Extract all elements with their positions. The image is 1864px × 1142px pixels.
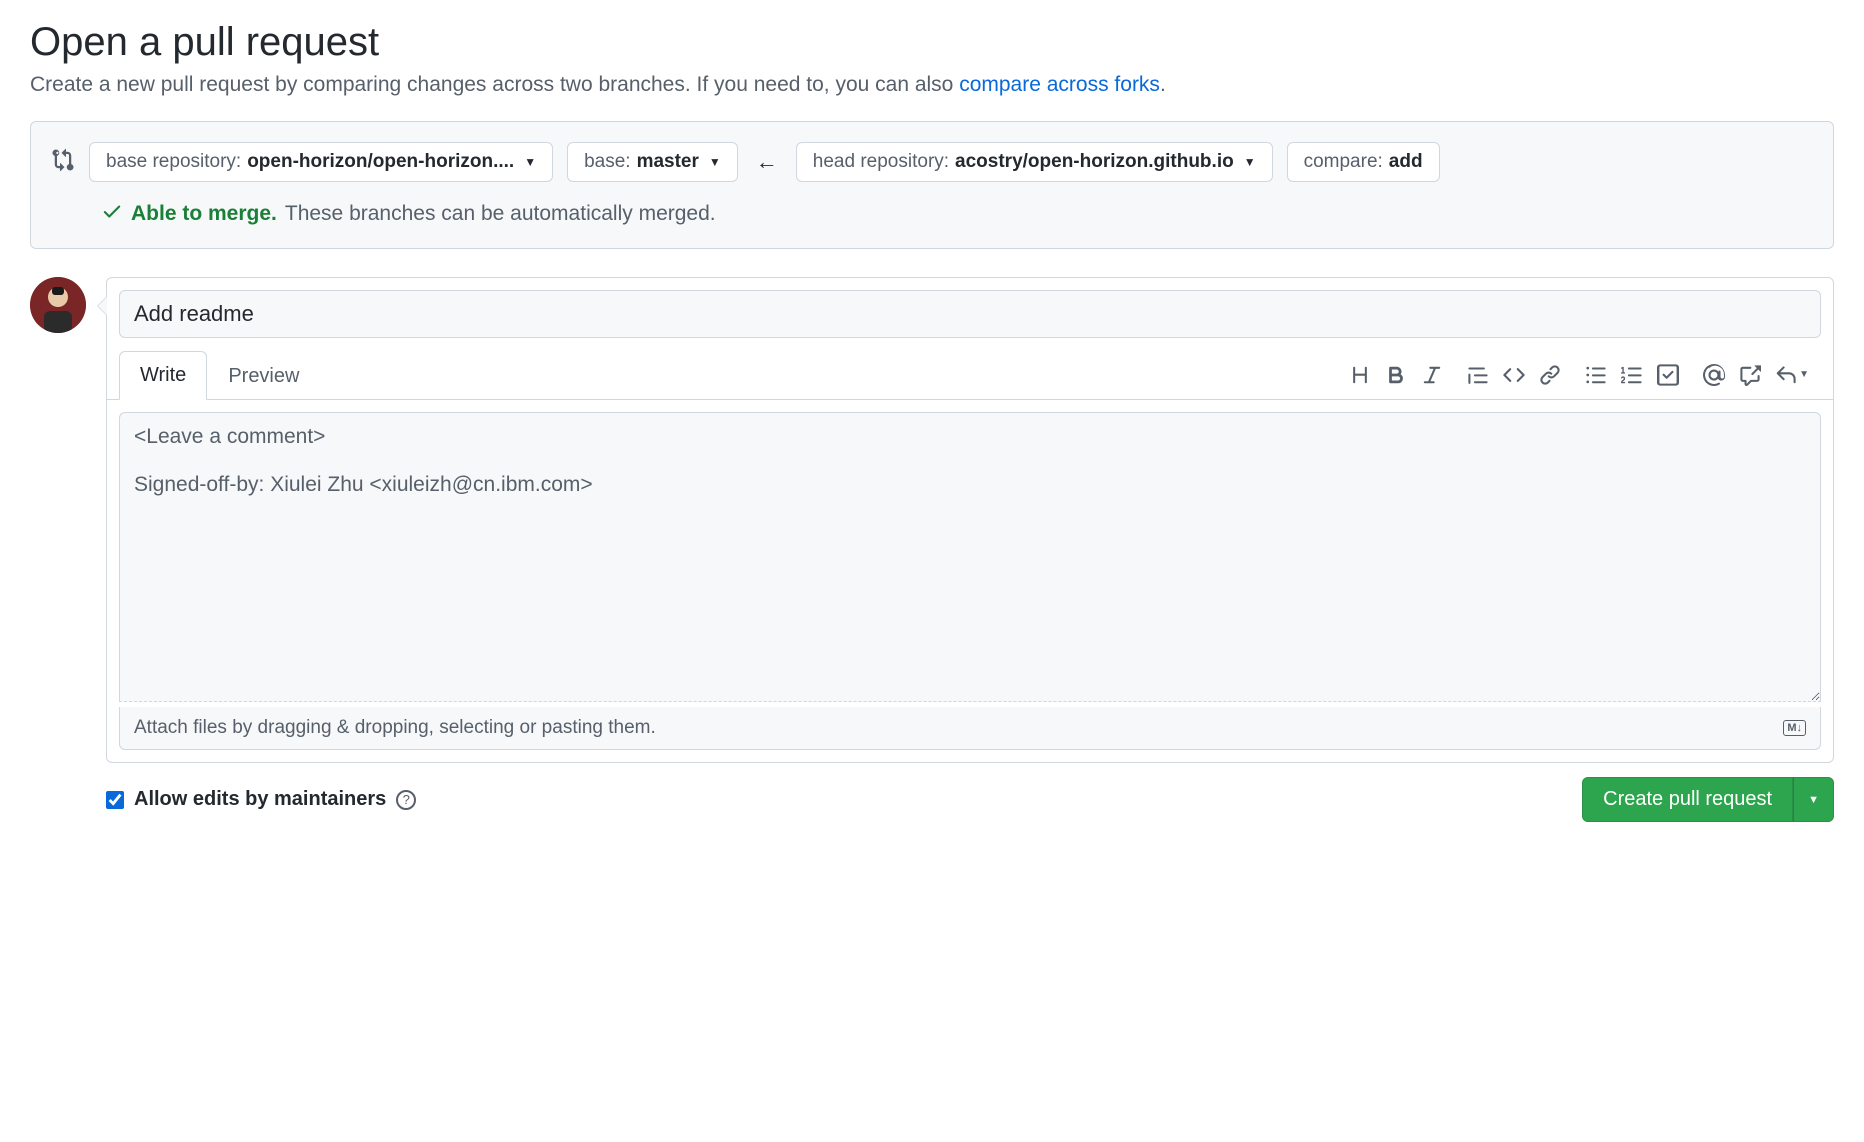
subtitle-text: Create a new pull request by comparing c… <box>30 73 959 96</box>
list-unordered-icon[interactable] <box>1585 364 1607 386</box>
pr-comment-textarea[interactable] <box>119 412 1821 702</box>
subtitle-suffix: . <box>1160 73 1166 96</box>
create-pr-button[interactable]: Create pull request <box>1582 777 1793 822</box>
base-branch-selector[interactable]: base: master ▼ <box>567 142 738 182</box>
tabs-row: Write Preview <box>107 350 1833 400</box>
help-icon[interactable]: ? <box>396 790 416 810</box>
compare-box: base repository: open-horizon/open-horiz… <box>30 121 1834 249</box>
markdown-icon[interactable]: M↓ <box>1783 720 1806 736</box>
code-icon[interactable] <box>1503 364 1525 386</box>
list-ordered-icon[interactable] <box>1621 364 1643 386</box>
reply-icon[interactable]: ▼ <box>1775 364 1809 386</box>
compare-row: base repository: open-horizon/open-horiz… <box>51 142 1813 182</box>
git-compare-icon <box>51 148 75 177</box>
compare-forks-link[interactable]: compare across forks <box>959 73 1160 96</box>
page-title: Open a pull request <box>30 20 1834 65</box>
page-subtitle: Create a new pull request by comparing c… <box>30 73 1834 97</box>
compare-branch-selector[interactable]: compare: add <box>1287 142 1440 182</box>
mention-icon[interactable] <box>1703 364 1725 386</box>
create-pr-dropdown[interactable]: ▼ <box>1793 777 1834 822</box>
bold-icon[interactable] <box>1385 364 1407 386</box>
caret-down-icon: ▼ <box>1244 155 1256 169</box>
check-icon <box>101 200 123 228</box>
allow-edits-text: Allow edits by maintainers <box>134 788 386 811</box>
attach-bar[interactable]: Attach files by dragging & dropping, sel… <box>119 707 1821 750</box>
tasklist-icon[interactable] <box>1657 364 1679 386</box>
merge-rest-text: These branches can be automatically merg… <box>285 202 716 226</box>
caret-down-icon: ▼ <box>524 155 536 169</box>
pr-title-input[interactable] <box>119 290 1821 338</box>
tab-write[interactable]: Write <box>119 351 207 400</box>
base-repo-selector[interactable]: base repository: open-horizon/open-horiz… <box>89 142 553 182</box>
caret-down-icon: ▼ <box>709 155 721 169</box>
italic-icon[interactable] <box>1421 364 1443 386</box>
cross-reference-icon[interactable] <box>1739 364 1761 386</box>
footer-row: Allow edits by maintainers ? Create pull… <box>106 763 1834 822</box>
tab-preview[interactable]: Preview <box>207 352 320 400</box>
merge-able-text: Able to merge. <box>131 202 277 226</box>
arrow-left-icon: ← <box>752 149 782 175</box>
create-pr-group: Create pull request ▼ <box>1582 777 1834 822</box>
comment-arrow <box>97 296 107 316</box>
toolbar: ▼ <box>1349 364 1821 386</box>
comment-box: Write Preview <box>106 277 1834 763</box>
avatar[interactable] <box>30 277 86 333</box>
comment-container: Write Preview <box>106 277 1834 822</box>
allow-edits-label[interactable]: Allow edits by maintainers ? <box>106 788 416 811</box>
link-icon[interactable] <box>1539 364 1561 386</box>
merge-status: Able to merge. These branches can be aut… <box>101 200 1813 228</box>
head-repo-selector[interactable]: head repository: acostry/open-horizon.gi… <box>796 142 1273 182</box>
heading-icon[interactable] <box>1349 364 1371 386</box>
attach-hint: Attach files by dragging & dropping, sel… <box>134 717 656 739</box>
allow-edits-checkbox[interactable] <box>106 791 124 809</box>
caret-down-icon: ▼ <box>1808 794 1819 806</box>
quote-icon[interactable] <box>1467 364 1489 386</box>
pr-body: Write Preview <box>30 277 1834 822</box>
